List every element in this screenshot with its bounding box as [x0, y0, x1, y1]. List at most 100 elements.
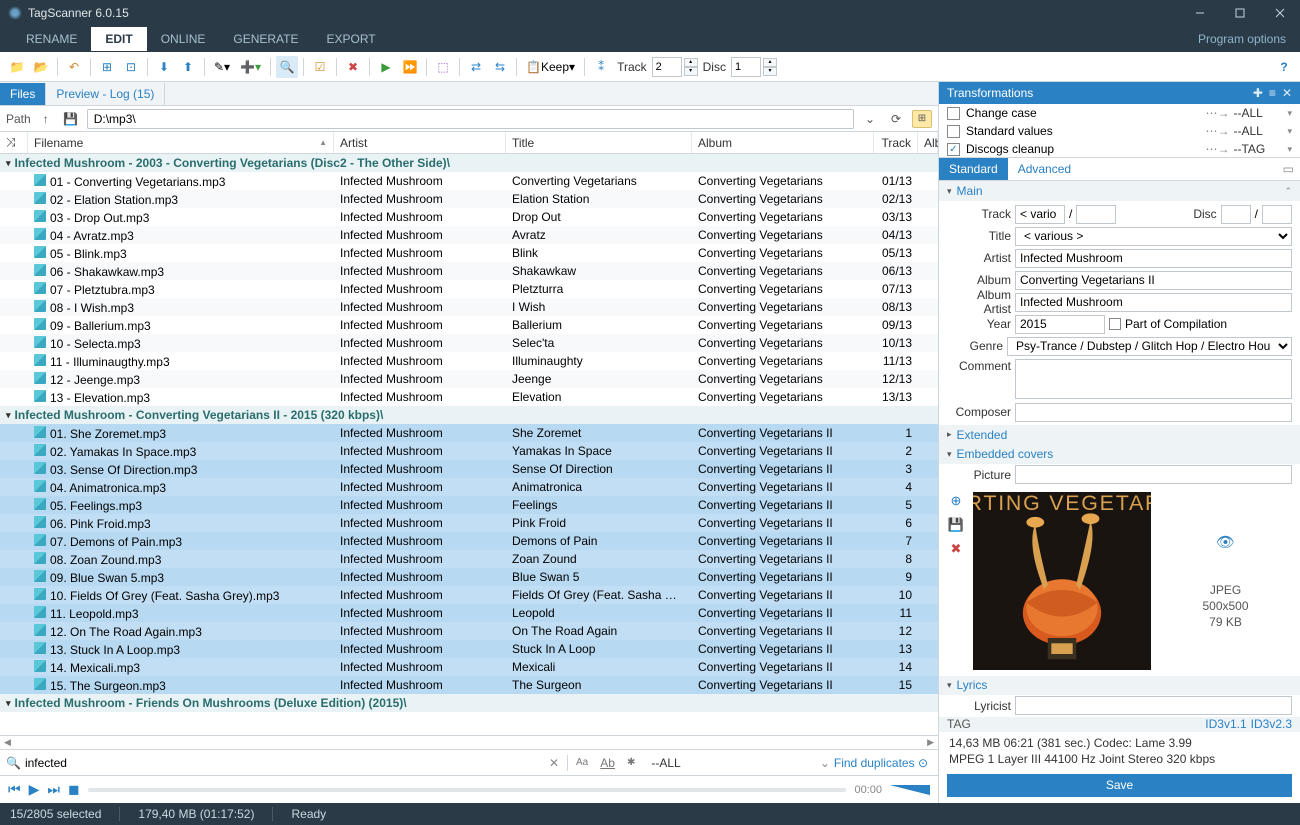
new-folder-icon[interactable]: 📁: [6, 56, 28, 78]
table-row[interactable]: 13 - Elevation.mp3Infected MushroomEleva…: [0, 388, 938, 406]
delete-icon[interactable]: ✖: [342, 56, 364, 78]
maximize-button[interactable]: [1220, 0, 1260, 26]
tab-preview-log[interactable]: Preview - Log (15): [46, 83, 165, 105]
table-row[interactable]: 05 - Blink.mp3Infected MushroomBlinkConv…: [0, 244, 938, 262]
table-row[interactable]: 14. Mexicali.mp3Infected MushroomMexical…: [0, 658, 938, 676]
disc-spinner[interactable]: ▴▾: [763, 58, 777, 76]
menu-online[interactable]: ONLINE: [147, 27, 220, 51]
tab-advanced[interactable]: Advanced: [1008, 158, 1081, 180]
table-row[interactable]: 08. Zoan Zound.mp3Infected MushroomZoan …: [0, 550, 938, 568]
album-field[interactable]: [1015, 271, 1292, 290]
table-row[interactable]: 02 - Elation Station.mp3Infected Mushroo…: [0, 190, 938, 208]
table-row[interactable]: 01. She Zoremet.mp3Infected MushroomShe …: [0, 424, 938, 442]
close-button[interactable]: [1260, 0, 1300, 26]
search-clear-icon[interactable]: ✕: [549, 756, 559, 770]
track-total-field[interactable]: [1076, 205, 1116, 224]
external-icon[interactable]: ⬚: [432, 56, 454, 78]
refresh-icon[interactable]: ⟳: [886, 109, 906, 129]
paste-tags-icon[interactable]: ⇆: [489, 56, 511, 78]
table-row[interactable]: 06. Pink Froid.mp3Infected MushroomPink …: [0, 514, 938, 532]
player-volume[interactable]: [890, 785, 930, 795]
table-row[interactable]: 04. Animatronica.mp3Infected MushroomAni…: [0, 478, 938, 496]
column-albart[interactable]: Alb: [918, 132, 938, 153]
disc-total-field[interactable]: [1262, 205, 1292, 224]
section-covers[interactable]: ▾Embedded covers: [939, 445, 1300, 465]
path-dropdown-icon[interactable]: ⌄: [860, 109, 880, 129]
transformation-checkbox[interactable]: [947, 125, 960, 138]
table-row[interactable]: 07. Demons of Pain.mp3Infected MushroomD…: [0, 532, 938, 550]
search-word-icon[interactable]: Ab: [596, 756, 619, 770]
browse-icon[interactable]: ⊞: [912, 110, 932, 128]
player-prev-icon[interactable]: ⏮: [8, 781, 21, 798]
composer-field[interactable]: [1015, 403, 1292, 422]
lyricist-field[interactable]: [1015, 696, 1292, 715]
disc-input[interactable]: [731, 57, 761, 77]
table-row[interactable]: 09 - Ballerium.mp3Infected MushroomBalle…: [0, 316, 938, 334]
picture-field[interactable]: [1015, 465, 1292, 484]
table-row[interactable]: 04 - Avratz.mp3Infected MushroomAvratzCo…: [0, 226, 938, 244]
menu-edit[interactable]: EDIT: [91, 27, 146, 51]
view-small-icon[interactable]: ⊡: [120, 56, 142, 78]
player-next-icon[interactable]: ⏭: [47, 781, 60, 798]
menu-export[interactable]: EXPORT: [313, 27, 390, 51]
cover-image[interactable]: CONVERTING VEGETARIANS II: [973, 492, 1151, 670]
track-input[interactable]: [652, 57, 682, 77]
table-row[interactable]: 13. Stuck In A Loop.mp3Infected Mushroom…: [0, 640, 938, 658]
table-row[interactable]: 10 - Selecta.mp3Infected MushroomSelec't…: [0, 334, 938, 352]
section-extended[interactable]: ▸Extended: [939, 425, 1300, 445]
transformation-checkbox[interactable]: ✓: [947, 143, 960, 156]
group-row[interactable]: ▾Infected Mushroom - Friends On Mushroom…: [0, 694, 938, 712]
minimize-button[interactable]: [1180, 0, 1220, 26]
table-row[interactable]: 06 - Shakawkaw.mp3Infected MushroomShaka…: [0, 262, 938, 280]
player-stop-icon[interactable]: ◼: [68, 781, 80, 798]
table-row[interactable]: 01 - Converting Vegetarians.mp3Infected …: [0, 172, 938, 190]
tab-files[interactable]: Files: [0, 83, 46, 105]
path-up-icon[interactable]: ↑: [37, 112, 55, 126]
column-album[interactable]: Album: [692, 132, 874, 153]
add-folder-icon[interactable]: 📂: [30, 56, 52, 78]
compilation-checkbox[interactable]: [1109, 318, 1121, 330]
table-row[interactable]: 10. Fields Of Grey (Feat. Sasha Grey).mp…: [0, 586, 938, 604]
table-row[interactable]: 09. Blue Swan 5.mp3Infected MushroomBlue…: [0, 568, 938, 586]
cover-add-icon[interactable]: ⊕: [947, 492, 965, 510]
rename-dropdown[interactable]: ✎▾: [210, 56, 234, 78]
cover-delete-icon[interactable]: ✖: [947, 540, 965, 558]
search-scope-dropdown[interactable]: --ALL: [643, 756, 688, 770]
title-field[interactable]: < various >: [1015, 227, 1292, 246]
view-thumb-icon[interactable]: ⊞: [96, 56, 118, 78]
transformation-checkbox[interactable]: [947, 107, 960, 120]
albart-field[interactable]: [1015, 293, 1292, 312]
hscroll-left-icon[interactable]: ◀: [0, 737, 11, 748]
track-spinner[interactable]: ▴▾: [684, 58, 698, 76]
play1-icon[interactable]: ▶: [375, 56, 397, 78]
artist-field[interactable]: [1015, 249, 1292, 268]
genre-field[interactable]: Psy-Trance / Dubstep / Glitch Hop / Elec…: [1007, 337, 1292, 356]
disc-field[interactable]: [1221, 205, 1251, 224]
column-artist[interactable]: Artist: [334, 132, 506, 153]
column-track[interactable]: Track: [874, 132, 918, 153]
select-all-icon[interactable]: ☑: [309, 56, 331, 78]
section-main[interactable]: ▾Main⌃: [939, 181, 1300, 201]
section-lyrics[interactable]: ▾Lyrics: [939, 676, 1300, 696]
help-icon[interactable]: ?: [1274, 60, 1294, 74]
search-case-icon[interactable]: Aa: [572, 757, 592, 768]
play2-icon[interactable]: ⏩: [399, 56, 421, 78]
table-row[interactable]: 15. The Surgeon.mp3Infected MushroomThe …: [0, 676, 938, 694]
table-row[interactable]: 12 - Jeenge.mp3Infected MushroomJeengeCo…: [0, 370, 938, 388]
menu-generate[interactable]: GENERATE: [219, 27, 312, 51]
table-row[interactable]: 11. Leopold.mp3Infected MushroomLeopoldC…: [0, 604, 938, 622]
path-input[interactable]: [87, 109, 854, 129]
player-seek[interactable]: [88, 788, 847, 792]
column-shuffle-icon[interactable]: ⤨: [0, 132, 28, 153]
transformations-add-icon[interactable]: ✚: [1253, 86, 1263, 100]
renumber-icon[interactable]: ⁑: [590, 56, 612, 78]
transformations-close-icon[interactable]: ✕: [1282, 86, 1292, 100]
file-table-body[interactable]: ▾Infected Mushroom - 2003 - Converting V…: [0, 154, 938, 735]
table-row[interactable]: 12. On The Road Again.mp3Infected Mushro…: [0, 622, 938, 640]
transformations-menu-icon[interactable]: ≡: [1269, 86, 1276, 100]
move-up-icon[interactable]: ⬆: [177, 56, 199, 78]
find-duplicates-link[interactable]: Find duplicates ⊙: [834, 756, 932, 770]
transformation-row[interactable]: ✓Discogs cleanup⋯→--TAG▾: [939, 140, 1300, 158]
table-row[interactable]: 07 - Pletztubra.mp3Infected MushroomPlet…: [0, 280, 938, 298]
tag-id3v1-link[interactable]: ID3v1.1: [1205, 717, 1246, 731]
